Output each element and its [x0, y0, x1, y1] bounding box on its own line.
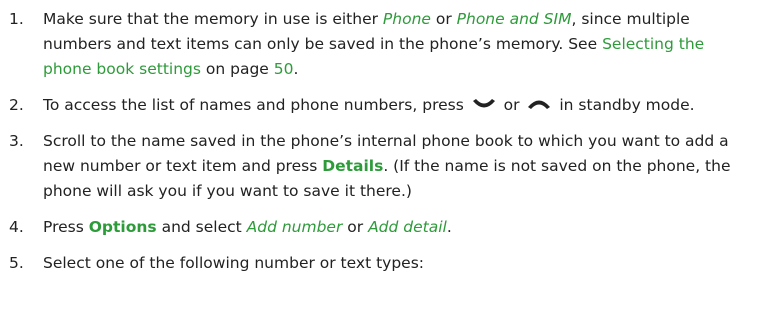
- phone-and-sim-memory-option: Phone and SIM: [456, 10, 572, 28]
- scroll-down-key-icon: [471, 93, 497, 118]
- step-text: or: [430, 10, 457, 28]
- step-text: and select: [156, 218, 247, 236]
- add-number-menu-item: Add number: [246, 218, 343, 236]
- step-text: To access the list of names and phone nu…: [43, 96, 469, 114]
- step-text: Press: [43, 218, 89, 236]
- step-text: .: [446, 218, 452, 236]
- step-3: 3. Scroll to the name saved in the phone…: [0, 129, 762, 204]
- scroll-up-key-icon: [526, 93, 552, 118]
- step-text: Make sure that the memory in use is eith…: [43, 10, 383, 28]
- document-page: 1. Make sure that the memory in use is e…: [0, 0, 762, 325]
- step-number: 3.: [9, 132, 24, 150]
- step-text: in standby mode.: [554, 96, 695, 114]
- phone-memory-option: Phone: [382, 10, 431, 28]
- options-softkey-label: Options: [88, 218, 157, 236]
- step-text: or: [342, 218, 369, 236]
- step-number: 4.: [9, 218, 24, 236]
- step-number: 1.: [9, 10, 24, 28]
- step-text: Select one of the following number or te…: [43, 254, 424, 272]
- step-number: 5.: [9, 254, 24, 272]
- step-5: 5. Select one of the following number or…: [0, 251, 762, 276]
- step-text: on page: [200, 60, 274, 78]
- step-2: 2. To access the list of names and phone…: [0, 93, 762, 118]
- step-text: .: [293, 60, 299, 78]
- step-4: 4. Press Options and select Add number o…: [0, 215, 762, 240]
- details-softkey-label: Details: [322, 157, 384, 175]
- add-detail-menu-item: Add detail: [368, 218, 447, 236]
- step-1: 1. Make sure that the memory in use is e…: [0, 7, 762, 82]
- step-text: or: [498, 96, 525, 114]
- page-reference-link[interactable]: 50: [274, 60, 294, 78]
- step-number: 2.: [9, 96, 24, 114]
